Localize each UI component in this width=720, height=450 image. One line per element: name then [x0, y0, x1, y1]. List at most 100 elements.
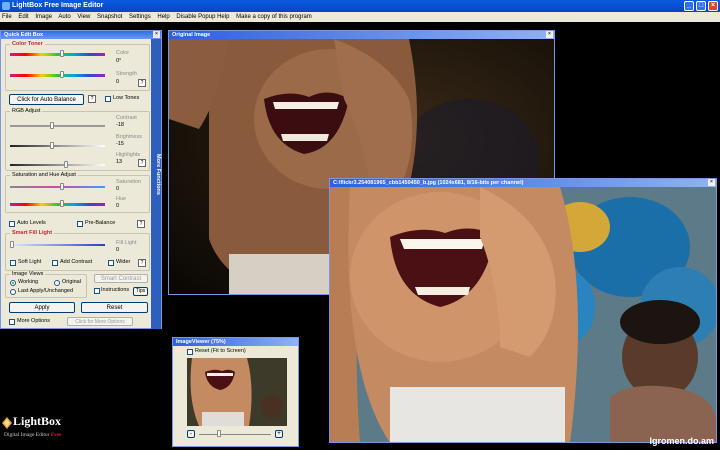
- last-apply-label: Last Apply/Unchanged: [18, 288, 74, 294]
- color-toner-group: Color Toner Color 0° Strength 0 ?: [5, 41, 150, 91]
- rgb-adjust-group: RGB Adjust Contrast -18 Brightness -15 H…: [5, 108, 150, 171]
- strength-slider-track[interactable]: [10, 74, 105, 77]
- highlights-slider-track[interactable]: [10, 164, 105, 166]
- menu-view[interactable]: View: [77, 14, 90, 20]
- working-label: Working: [18, 279, 39, 285]
- smart-fill-help-icon[interactable]: ?: [138, 259, 146, 267]
- contrast-slider-thumb[interactable]: [50, 122, 54, 129]
- add-contrast-label: Add Contrast: [60, 259, 93, 265]
- more-functions-tab[interactable]: More Functions: [151, 39, 161, 329]
- saturation-hue-group: Saturation and Hue Adjust Saturation 0 H…: [5, 172, 150, 213]
- saturation-hue-title: Saturation and Hue Adjust: [10, 172, 78, 178]
- auto-levels-label: Auto Levels: [17, 220, 46, 226]
- original-radio[interactable]: [54, 280, 60, 286]
- working-radio[interactable]: [10, 280, 16, 286]
- more-options-checkbox[interactable]: [9, 319, 15, 325]
- saturation-label: Saturation: [116, 179, 142, 185]
- pre-balance-checkbox[interactable]: [77, 221, 83, 227]
- original-image-close-icon[interactable]: ×: [546, 31, 553, 38]
- hue-slider-thumb[interactable]: [60, 200, 64, 207]
- menu-auto[interactable]: Auto: [58, 14, 70, 20]
- lightbox-logo: LightBox Digital Image Editor Free: [2, 414, 102, 448]
- zoom-out-button[interactable]: -: [187, 430, 195, 438]
- fill-light-slider-track[interactable]: [10, 244, 105, 246]
- strength-slider-thumb[interactable]: [60, 71, 64, 78]
- logo-title: LightBox: [13, 414, 62, 428]
- instructions-label: Instructions: [101, 287, 130, 293]
- logo-subtitle-text: Digital Image Editor: [4, 432, 50, 438]
- color-toner-title: Color Toner: [10, 41, 45, 47]
- add-contrast-checkbox[interactable]: [52, 260, 58, 266]
- maximize-button[interactable]: □: [696, 1, 706, 11]
- reset-button[interactable]: Reset: [81, 302, 148, 313]
- wider-label: Wider: [116, 259, 131, 265]
- logo-subtitle: Digital Image Editor Free: [4, 432, 61, 438]
- smart-fill-light-title: Smart Fill Light: [10, 230, 55, 236]
- auto-balance-help-icon[interactable]: ?: [88, 95, 96, 103]
- saturation-value: 0: [116, 186, 120, 192]
- image-views-title: Image Views: [10, 271, 46, 277]
- menu-disable-popup-help[interactable]: Disable Popup Help: [176, 14, 229, 20]
- quick-edit-title: Quick Edit Box: [4, 32, 44, 38]
- highlights-label: Highlights: [116, 152, 141, 158]
- brightness-label: Brightness: [116, 134, 142, 140]
- original-label: Original: [62, 279, 81, 285]
- tips-button[interactable]: Tips: [133, 287, 148, 296]
- strength-label: Strength: [116, 71, 137, 77]
- hue-slider-track[interactable]: [10, 203, 105, 206]
- auto-levels-help-icon[interactable]: ?: [137, 220, 145, 228]
- auto-levels-checkbox[interactable]: [9, 221, 15, 227]
- soft-light-label: Soft Light: [18, 259, 42, 265]
- zoom-slider-track[interactable]: [199, 434, 271, 435]
- logo-free: Free: [50, 432, 62, 438]
- highlights-value: 13: [116, 159, 123, 165]
- menu-settings[interactable]: Settings: [129, 14, 151, 20]
- apply-button[interactable]: Apply: [9, 302, 75, 313]
- smart-fill-light-group: Smart Fill Light Fill Light 0 Soft Light…: [5, 230, 150, 271]
- contrast-value: -18: [116, 122, 124, 128]
- rgb-help-icon[interactable]: ?: [138, 159, 146, 167]
- color-toner-help-icon[interactable]: ?: [138, 79, 146, 87]
- quick-edit-title-bar: Quick Edit Box ×: [1, 31, 161, 39]
- menu-snapshot[interactable]: Snapshot: [97, 14, 122, 20]
- zoom-in-button[interactable]: +: [275, 430, 283, 438]
- color-slider-thumb[interactable]: [60, 50, 64, 57]
- brightness-slider-track[interactable]: [10, 145, 105, 147]
- logo-mark-icon: [2, 417, 12, 429]
- menu-file[interactable]: File: [2, 14, 12, 20]
- watermark: Igromen.do.am: [649, 436, 714, 446]
- reset-fit-checkbox[interactable]: [187, 349, 193, 355]
- low-tones-checkbox[interactable]: [105, 96, 111, 102]
- close-button[interactable]: ×: [708, 1, 718, 11]
- minimize-button[interactable]: _: [684, 1, 694, 11]
- menu-help[interactable]: Help: [157, 14, 169, 20]
- fill-light-slider-thumb[interactable]: [10, 241, 14, 248]
- saturation-slider-thumb[interactable]: [60, 183, 64, 190]
- color-slider-track[interactable]: [10, 53, 105, 56]
- app-title: LightBox Free Image Editor: [12, 2, 104, 9]
- menu-make-copy[interactable]: Make a copy of this program: [236, 14, 312, 20]
- image-viewer-window: ImageViewer (75%) Reset (Fit to Screen) …: [172, 337, 299, 447]
- original-image-title-bar: Original Image ×: [169, 31, 554, 39]
- menu-bar: File Edit Image Auto View Snapshot Setti…: [0, 12, 720, 22]
- highlights-slider-thumb[interactable]: [64, 161, 68, 168]
- more-functions-label: More Functions: [155, 154, 161, 195]
- fill-light-value: 0: [116, 247, 120, 253]
- menu-image[interactable]: Image: [35, 14, 52, 20]
- saturation-slider-track[interactable]: [10, 186, 105, 188]
- instructions-checkbox[interactable]: [94, 288, 100, 294]
- more-options-button[interactable]: Click for More Options: [67, 317, 133, 326]
- soft-light-checkbox[interactable]: [10, 260, 16, 266]
- last-apply-radio[interactable]: [10, 289, 16, 295]
- quick-edit-close-icon[interactable]: ×: [153, 31, 160, 38]
- auto-balance-button[interactable]: Click for Auto Balance: [9, 94, 84, 105]
- menu-edit[interactable]: Edit: [18, 14, 28, 20]
- brightness-slider-thumb[interactable]: [50, 142, 54, 149]
- contrast-label: Contrast: [116, 115, 137, 121]
- contrast-slider-track[interactable]: [10, 125, 105, 127]
- wider-checkbox[interactable]: [108, 260, 114, 266]
- hue-label: Hue: [116, 196, 127, 202]
- working-image-close-icon[interactable]: ×: [708, 179, 715, 186]
- zoom-slider-thumb[interactable]: [217, 430, 221, 437]
- smart-contrast-button[interactable]: Smart Contrast: [94, 274, 148, 283]
